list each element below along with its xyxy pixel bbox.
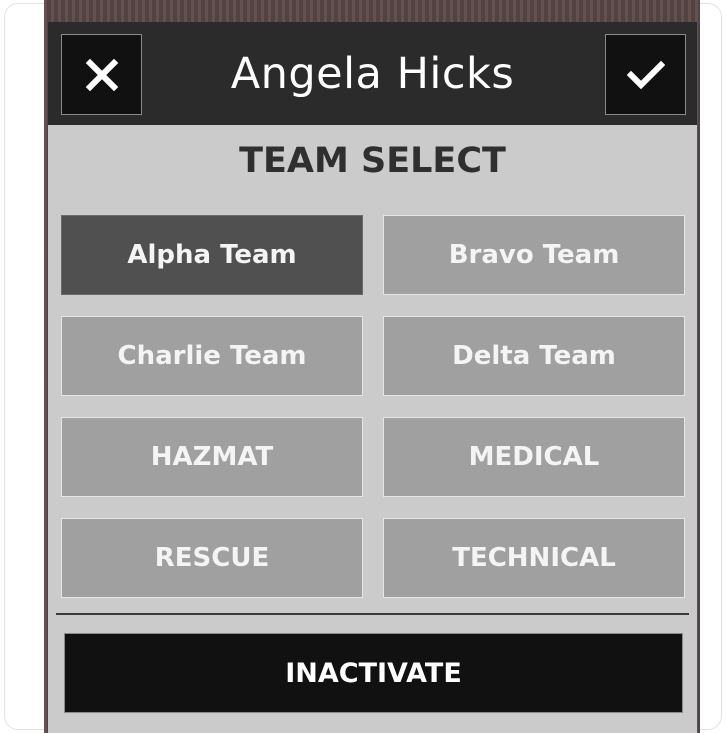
team-button-bravo[interactable]: Bravo Team bbox=[383, 215, 685, 295]
team-button-rescue[interactable]: RESCUE bbox=[61, 518, 363, 598]
team-button-delta[interactable]: Delta Team bbox=[383, 316, 685, 396]
team-button-alpha[interactable]: Alpha Team bbox=[61, 215, 363, 295]
team-button-technical[interactable]: TECHNICAL bbox=[383, 518, 685, 598]
inactivate-button[interactable]: INACTIVATE bbox=[64, 633, 683, 713]
team-button-charlie[interactable]: Charlie Team bbox=[61, 316, 363, 396]
divider bbox=[56, 613, 689, 615]
close-button[interactable] bbox=[61, 34, 142, 115]
check-icon bbox=[626, 60, 665, 89]
dialog-header: Angela Hicks bbox=[48, 22, 697, 125]
close-icon bbox=[85, 58, 118, 91]
team-button-hazmat[interactable]: HAZMAT bbox=[61, 417, 363, 497]
team-grid: Alpha Team Bravo Team Charlie Team Delta… bbox=[61, 215, 685, 598]
team-button-medical[interactable]: MEDICAL bbox=[383, 417, 685, 497]
section-title: TEAM SELECT bbox=[239, 141, 506, 181]
dialog-title: Angela Hicks bbox=[230, 48, 515, 99]
team-select-dialog: Angela Hicks TEAM SELECT Alpha Team Brav… bbox=[48, 22, 697, 733]
confirm-button[interactable] bbox=[605, 34, 686, 115]
